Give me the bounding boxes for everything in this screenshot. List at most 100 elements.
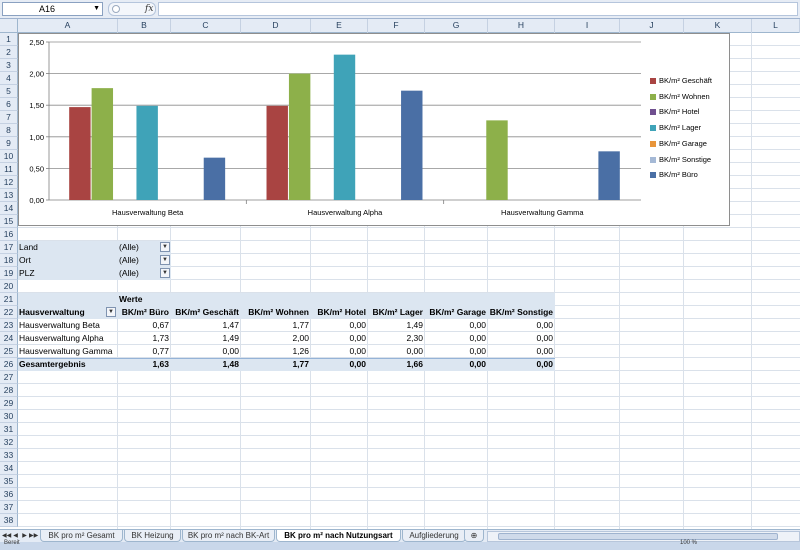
chart[interactable]: 0,00 0,50 1,00 1,50 2,00 2,50 Hausverwaltung B… [18,33,730,226]
column-header-i[interactable]: I [555,19,620,33]
row-header-2[interactable]: 2 [0,46,18,59]
sheet-tab[interactable]: BK pro m² nach Nutzungsart [276,530,401,542]
sheet-tab[interactable]: BK Heizung [124,530,181,542]
column-header-c[interactable]: C [171,19,241,33]
row-header-10[interactable]: 10 [0,150,18,163]
legend-swatch [650,140,656,147]
row-header-17[interactable]: 17 [0,241,18,254]
filter-dropdown-icon[interactable]: ▼ [160,268,170,278]
column-header-l[interactable]: L [752,19,800,33]
row-header-15[interactable]: 15 [0,215,18,228]
filter-dropdown-icon[interactable]: ▼ [160,255,170,265]
sheet-tab[interactable]: BK pro m² nach BK-Art [182,530,275,542]
zoom-level[interactable]: 100 % [680,540,697,546]
row-header-13[interactable]: 13 [0,189,18,202]
row-header-33[interactable]: 33 [0,449,18,462]
row-header-27[interactable]: 27 [0,371,18,384]
filter-value[interactable]: (Alle) [119,241,159,254]
chart-bar[interactable] [333,54,356,200]
row-header-24[interactable]: 24 [0,332,18,345]
row-header-22[interactable]: 22 [0,306,18,319]
chart-bar[interactable] [69,107,91,200]
row-header-35[interactable]: 35 [0,475,18,488]
row-header-1[interactable]: 1 [0,33,18,46]
column-header-g[interactable]: G [425,19,488,33]
pivot-cell: 1,49 [222,333,239,343]
row-header-21[interactable]: 21 [0,293,18,306]
row-header-16[interactable]: 16 [0,228,18,241]
chart-bar[interactable] [91,88,114,200]
filter-value[interactable]: (Alle) [119,267,159,280]
row-header-19[interactable]: 19 [0,267,18,280]
row-header-34[interactable]: 34 [0,462,18,475]
column-header-h[interactable]: H [488,19,555,33]
row-header-12[interactable]: 12 [0,176,18,189]
chart-bar[interactable] [598,151,620,200]
column-header-f[interactable]: F [368,19,425,33]
legend-label: BK/m² Wohnen [659,91,710,101]
row-header-25[interactable]: 25 [0,345,18,358]
row-header-9[interactable]: 9 [0,137,18,150]
row-header-30[interactable]: 30 [0,410,18,423]
last-sheet-icon[interactable]: ▶▶ [29,531,38,541]
column-header-e[interactable]: E [311,19,368,33]
row-header-8[interactable]: 8 [0,124,18,137]
row-header-36[interactable]: 36 [0,488,18,501]
chart-bar[interactable] [401,90,423,200]
row-header-11[interactable]: 11 [0,163,18,176]
chart-svg: 0,00 0,50 1,00 1,50 2,00 2,50 Hausverwaltung B… [29,38,641,217]
horizontal-scrollbar[interactable] [487,531,800,542]
row-header-4[interactable]: 4 [0,72,18,85]
name-box[interactable]: A16 ▼ [2,2,103,16]
pivot-cell: 0,00 [349,333,366,343]
filter-value[interactable]: (Alle) [119,254,159,267]
row-header-18[interactable]: 18 [0,254,18,267]
pivot-row-field[interactable]: Hausverwaltung [19,306,116,319]
row-header-3[interactable]: 3 [0,59,18,72]
status-bar: Bereit 100 % [0,540,800,550]
y-tick-label: 0,00 [29,196,44,205]
sheet-tab[interactable]: Aufgliederung [402,530,466,542]
formula-input[interactable] [158,2,798,16]
column-header-d[interactable]: D [241,19,311,33]
row-header-23[interactable]: 23 [0,319,18,332]
chart-bar[interactable] [288,73,311,200]
row-header-29[interactable]: 29 [0,397,18,410]
filter-dropdown-icon[interactable]: ▼ [160,242,170,252]
row-header-7[interactable]: 7 [0,111,18,124]
row-header-20[interactable]: 20 [0,280,18,293]
chart-bar[interactable] [266,105,288,200]
chart-bar[interactable] [136,105,158,200]
insert-sheet-button[interactable]: ⊕ [464,530,484,542]
chevron-down-icon[interactable]: ▼ [93,3,100,15]
pivot-cell: 0,00 [469,333,486,343]
column-header-b[interactable]: B [118,19,171,33]
row-field-dropdown-icon[interactable]: ▼ [106,307,116,317]
legend-label: BK/m² Lager [659,123,702,133]
row-header-14[interactable]: 14 [0,202,18,215]
expand-icon[interactable] [112,5,120,13]
next-sheet-icon[interactable]: ▶ [20,531,29,541]
pivot-cell: 0,00 [406,346,423,356]
column-header-a[interactable]: A [18,19,118,33]
scrollbar-thumb[interactable] [498,533,778,540]
chart-bar[interactable] [203,157,226,200]
row-header-38[interactable]: 38 [0,514,18,527]
row-header-5[interactable]: 5 [0,85,18,98]
row-header-26[interactable]: 26 [0,358,18,371]
row-header-32[interactable]: 32 [0,436,18,449]
row-header-37[interactable]: 37 [0,501,18,514]
pivot-total-cell: 0,00 [469,359,486,369]
legend-swatch [650,125,656,132]
select-all-button[interactable] [0,19,18,33]
column-header-k[interactable]: K [684,19,752,33]
chart-bar[interactable] [486,120,508,200]
column-header-j[interactable]: J [620,19,684,33]
row-header-28[interactable]: 28 [0,384,18,397]
pivot-values-label: Werte [119,294,143,304]
insert-function-button[interactable]: fx [145,3,153,15]
row-header-31[interactable]: 31 [0,423,18,436]
sheet-tab[interactable]: BK pro m² Gesamt [40,530,123,542]
row-header-6[interactable]: 6 [0,98,18,111]
pivot-cell: 2,30 [406,333,423,343]
